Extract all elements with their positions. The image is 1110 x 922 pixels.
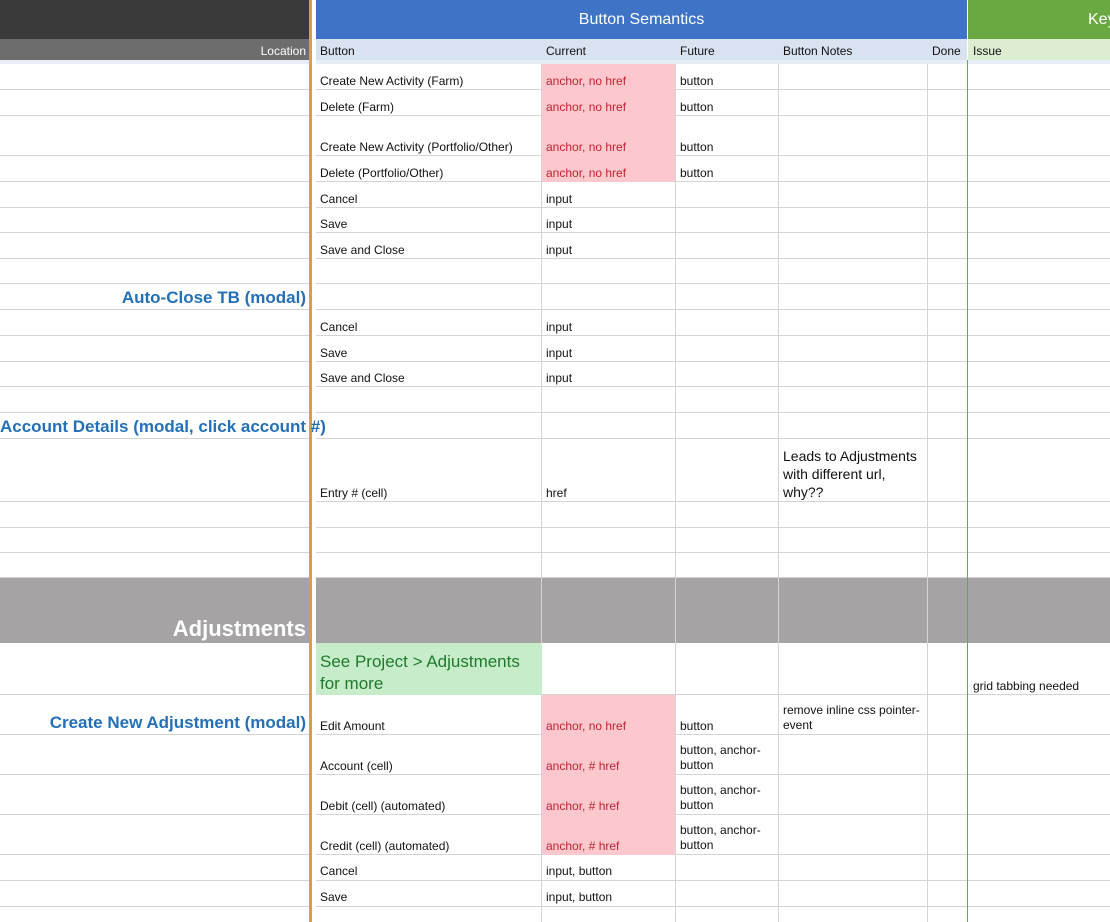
button-cell[interactable]: Create New Activity (Farm) <box>320 74 463 88</box>
table-row <box>0 502 1110 528</box>
button-cell[interactable]: Save <box>320 217 347 231</box>
section-create-new-adjustment[interactable]: Create New Adjustment (modal) <box>0 713 306 733</box>
section-adjustments[interactable]: Adjustments <box>0 616 306 642</box>
section-account-details[interactable]: Account Details (modal, click account #) <box>0 417 326 437</box>
column-header-band <box>316 39 967 60</box>
button-cell[interactable]: Cancel <box>320 864 357 878</box>
button-cell[interactable]: Cancel <box>320 320 357 334</box>
current-cell[interactable]: anchor, no href <box>546 719 626 733</box>
table-row <box>0 259 1110 284</box>
current-cell[interactable]: input <box>546 371 572 385</box>
button-cell[interactable]: Delete (Portfolio/Other) <box>320 166 443 180</box>
current-cell[interactable]: anchor, no href <box>546 74 626 88</box>
current-cell[interactable]: anchor, # href <box>546 839 619 853</box>
button-cell[interactable]: Cancel <box>320 192 357 206</box>
see-project-note: See Project > Adjustments for more <box>316 643 542 695</box>
button-cell[interactable]: Save and Close <box>320 243 405 257</box>
column-divider <box>675 64 676 922</box>
current-cell[interactable]: anchor, no href <box>546 166 626 180</box>
current-cell[interactable]: input, button <box>546 890 612 904</box>
future-cell[interactable]: button <box>680 140 713 154</box>
current-cell[interactable]: input <box>546 217 572 231</box>
button-cell[interactable]: Save <box>320 346 347 360</box>
key-section-divider <box>967 60 968 922</box>
location-header-band <box>0 0 310 39</box>
button-cell[interactable]: Save and Close <box>320 371 405 385</box>
future-cell[interactable]: button <box>680 166 713 180</box>
column-divider <box>778 64 779 922</box>
issue-cell[interactable]: grid tabbing needed <box>973 679 1079 693</box>
key-header: Key <box>968 0 1110 39</box>
button-semantics-header: Button Semantics <box>316 0 967 39</box>
current-cell[interactable]: anchor, no href <box>546 100 626 114</box>
future-cell[interactable]: button, anchor-button <box>680 743 775 773</box>
button-cell[interactable]: Entry # (cell) <box>320 486 387 500</box>
table-row <box>0 387 1110 413</box>
table-row <box>0 643 1110 695</box>
current-cell[interactable]: anchor, # href <box>546 759 619 773</box>
current-cell[interactable]: input <box>546 346 572 360</box>
future-cell[interactable]: button <box>680 74 713 88</box>
future-cell[interactable]: button <box>680 100 713 114</box>
button-notes-cell[interactable]: remove inline css pointer-event <box>783 703 923 733</box>
current-cell[interactable]: href <box>546 486 567 500</box>
button-cell[interactable]: Save <box>320 890 347 904</box>
current-cell[interactable]: anchor, no href <box>546 140 626 154</box>
frozen-column-divider <box>309 0 316 922</box>
future-cell[interactable]: button, anchor-button <box>680 823 775 853</box>
column-header-location[interactable]: Location <box>0 39 310 60</box>
future-cell[interactable]: button <box>680 719 713 733</box>
section-auto-close[interactable]: Auto-Close TB (modal) <box>0 288 306 308</box>
button-cell[interactable]: Delete (Farm) <box>320 100 394 114</box>
current-cell[interactable]: anchor, # href <box>546 799 619 813</box>
button-cell[interactable]: Edit Amount <box>320 719 385 733</box>
button-notes-cell[interactable]: Leads to Adjustments with different url,… <box>783 447 923 501</box>
button-cell[interactable]: Account (cell) <box>320 759 393 773</box>
table-row <box>0 553 1110 578</box>
current-cell[interactable]: input <box>546 243 572 257</box>
button-cell[interactable]: Create New Activity (Portfolio/Other) <box>320 140 513 154</box>
button-cell[interactable]: Credit (cell) (automated) <box>320 839 449 853</box>
table-row <box>0 528 1110 553</box>
current-cell[interactable]: input, button <box>546 864 612 878</box>
current-cell[interactable]: input <box>546 192 572 206</box>
column-divider <box>927 64 928 922</box>
current-cell[interactable]: input <box>546 320 572 334</box>
future-cell[interactable]: button, anchor-button <box>680 783 775 813</box>
button-cell[interactable]: Debit (cell) (automated) <box>320 799 445 813</box>
